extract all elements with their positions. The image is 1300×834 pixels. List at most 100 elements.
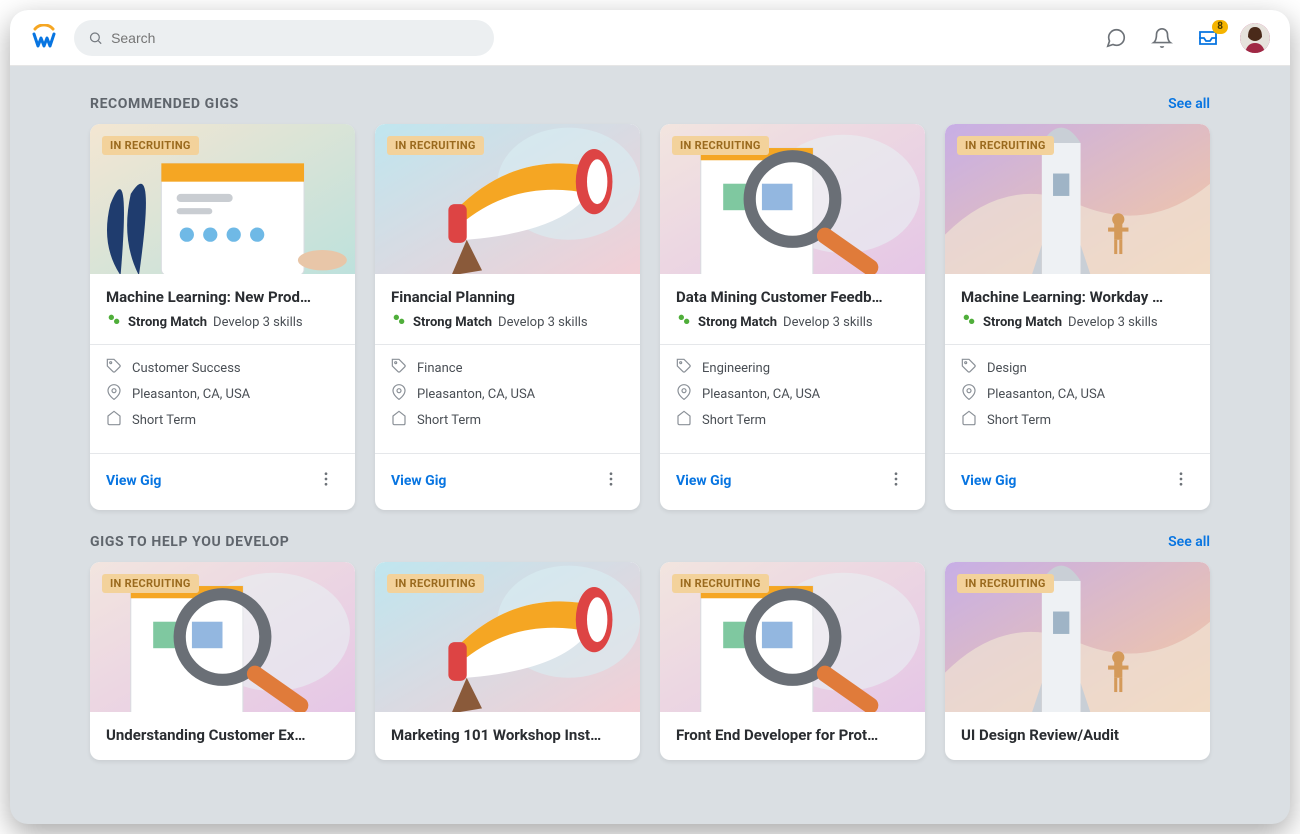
term-value: Short Term: [987, 413, 1051, 428]
location-row: Pleasanton, CA, USA: [676, 381, 909, 407]
gig-title: Understanding Customer Ex…: [106, 726, 339, 744]
view-gig-link[interactable]: View Gig: [106, 473, 161, 489]
match-icon: [961, 312, 977, 332]
section-header: GIGS TO HELP YOU DEVELOP See all: [90, 534, 1210, 550]
category-row: Finance: [391, 355, 624, 381]
view-gig-link[interactable]: View Gig: [961, 473, 1016, 489]
main-content: RECOMMENDED GIGS See all IN RECRUITING M…: [10, 66, 1290, 824]
gig-card[interactable]: IN RECRUITING Data Mining Customer Feedb…: [660, 124, 925, 510]
meta-list: Customer Success Pleasanton, CA, USA Sho…: [106, 345, 339, 443]
app-window: 8 RECOMMENDED GIGS See all: [10, 10, 1290, 824]
card-body: Understanding Customer Ex…: [90, 712, 355, 760]
gig-card[interactable]: IN RECRUITING Understanding Customer Ex…: [90, 562, 355, 760]
match-row: Strong Match Develop 3 skills: [676, 312, 909, 332]
gig-card[interactable]: IN RECRUITING UI Design Review/Audit: [945, 562, 1210, 760]
develop-gigs-row: IN RECRUITING Understanding Customer Ex……: [90, 562, 1210, 760]
view-gig-link[interactable]: View Gig: [391, 473, 446, 489]
card-body: Financial Planning Strong Match Develop …: [375, 274, 640, 453]
search-input[interactable]: [111, 30, 480, 46]
term-row: Short Term: [676, 407, 909, 433]
match-icon: [106, 312, 122, 332]
section-title: RECOMMENDED GIGS: [90, 96, 239, 112]
search-box[interactable]: [74, 20, 494, 56]
gig-card[interactable]: IN RECRUITING Machine Learning: Workday …: [945, 124, 1210, 510]
more-menu-icon[interactable]: [1168, 466, 1194, 496]
more-menu-icon[interactable]: [313, 466, 339, 496]
card-body: Front End Developer for Prot…: [660, 712, 925, 760]
card-illustration: IN RECRUITING: [90, 562, 355, 712]
term-row: Short Term: [106, 407, 339, 433]
gig-card[interactable]: IN RECRUITING Financial Planning Strong …: [375, 124, 640, 510]
gig-title: Marketing 101 Workshop Inst…: [391, 726, 624, 744]
card-footer: View Gig: [660, 453, 925, 510]
gig-card[interactable]: IN RECRUITING Marketing 101 Workshop Ins…: [375, 562, 640, 760]
gig-title: UI Design Review/Audit: [961, 726, 1194, 744]
tag-icon: [391, 358, 407, 378]
recruiting-badge: IN RECRUITING: [102, 574, 199, 593]
search-icon: [88, 30, 103, 46]
gig-title: Financial Planning: [391, 288, 624, 306]
meta-list: Engineering Pleasanton, CA, USA Short Te…: [676, 345, 909, 443]
term-value: Short Term: [417, 413, 481, 428]
card-body: Marketing 101 Workshop Inst…: [375, 712, 640, 760]
view-gig-link[interactable]: View Gig: [676, 473, 731, 489]
card-illustration: IN RECRUITING: [660, 124, 925, 274]
location-value: Pleasanton, CA, USA: [702, 387, 820, 402]
gig-title: Data Mining Customer Feedb…: [676, 288, 909, 306]
recruiting-badge: IN RECRUITING: [957, 136, 1054, 155]
tag-icon: [106, 358, 122, 378]
match-label: Strong Match: [698, 315, 777, 330]
meta-list: Design Pleasanton, CA, USA Short Term: [961, 345, 1194, 443]
gig-card[interactable]: IN RECRUITING Front End Developer for Pr…: [660, 562, 925, 760]
develop-label: Develop 3 skills: [213, 315, 303, 330]
match-label: Strong Match: [128, 315, 207, 330]
card-illustration: IN RECRUITING: [375, 562, 640, 712]
home-icon: [961, 410, 977, 430]
term-value: Short Term: [702, 413, 766, 428]
match-label: Strong Match: [413, 315, 492, 330]
pin-icon: [961, 384, 977, 404]
match-row: Strong Match Develop 3 skills: [961, 312, 1194, 332]
recruiting-badge: IN RECRUITING: [957, 574, 1054, 593]
match-row: Strong Match Develop 3 skills: [391, 312, 624, 332]
location-value: Pleasanton, CA, USA: [987, 387, 1105, 402]
term-row: Short Term: [961, 407, 1194, 433]
gig-card[interactable]: IN RECRUITING Machine Learning: New Prod…: [90, 124, 355, 510]
gig-title: Front End Developer for Prot…: [676, 726, 909, 744]
see-all-link[interactable]: See all: [1168, 96, 1210, 112]
inbox-icon[interactable]: 8: [1194, 24, 1222, 52]
term-row: Short Term: [391, 407, 624, 433]
meta-list: Finance Pleasanton, CA, USA Short Term: [391, 345, 624, 443]
term-value: Short Term: [132, 413, 196, 428]
develop-label: Develop 3 skills: [498, 315, 588, 330]
see-all-link[interactable]: See all: [1168, 534, 1210, 550]
gig-title: Machine Learning: New Prod…: [106, 288, 339, 306]
category-value: Finance: [417, 361, 462, 376]
tag-icon: [676, 358, 692, 378]
match-icon: [391, 312, 407, 332]
topbar-actions: 8: [1102, 23, 1270, 53]
card-illustration: IN RECRUITING: [375, 124, 640, 274]
home-icon: [391, 410, 407, 430]
section-header: RECOMMENDED GIGS See all: [90, 96, 1210, 112]
category-row: Engineering: [676, 355, 909, 381]
more-menu-icon[interactable]: [598, 466, 624, 496]
card-illustration: IN RECRUITING: [90, 124, 355, 274]
card-footer: View Gig: [90, 453, 355, 510]
card-footer: View Gig: [945, 453, 1210, 510]
location-row: Pleasanton, CA, USA: [961, 381, 1194, 407]
location-row: Pleasanton, CA, USA: [106, 381, 339, 407]
card-illustration: IN RECRUITING: [660, 562, 925, 712]
inbox-badge: 8: [1212, 20, 1228, 34]
location-row: Pleasanton, CA, USA: [391, 381, 624, 407]
profile-avatar[interactable]: [1240, 23, 1270, 53]
location-value: Pleasanton, CA, USA: [417, 387, 535, 402]
card-illustration: IN RECRUITING: [945, 562, 1210, 712]
workday-logo[interactable]: [30, 24, 58, 52]
more-menu-icon[interactable]: [883, 466, 909, 496]
location-value: Pleasanton, CA, USA: [132, 387, 250, 402]
chat-icon[interactable]: [1102, 24, 1130, 52]
match-label: Strong Match: [983, 315, 1062, 330]
recruiting-badge: IN RECRUITING: [387, 574, 484, 593]
notifications-icon[interactable]: [1148, 24, 1176, 52]
